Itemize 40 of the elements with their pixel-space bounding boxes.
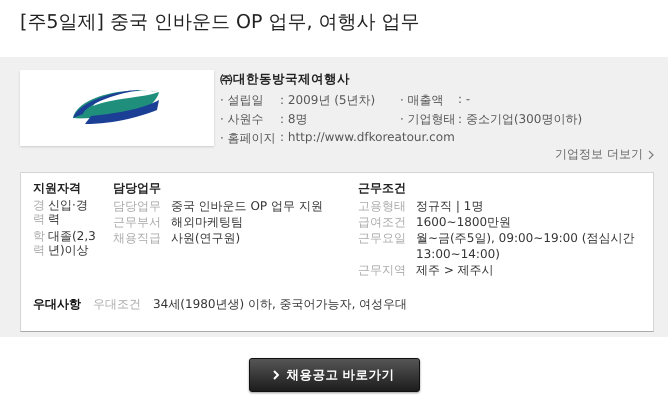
field-value: 1600~1800만원 [416, 214, 512, 230]
field-label: 근무지역 [358, 262, 407, 278]
fact-value: : http://www.dfkoreatour.com [280, 130, 456, 146]
field-value: 신입·경력 [48, 198, 89, 227]
fact-value: : 중소기업(300명이하) [458, 111, 584, 128]
field-label: 경력 [33, 198, 45, 227]
company-info-link[interactable]: 기업정보 더보기 [555, 146, 654, 163]
field-label: 학력 [33, 228, 45, 258]
fact-label: · 홈페이지 [220, 130, 277, 147]
fact-value: : 8명 [280, 111, 308, 128]
field-label: 근무요일 [358, 230, 407, 247]
section-heading: 우대사항 [33, 296, 81, 313]
fact-label: · 기업형태 [400, 111, 457, 128]
field-value: 해외마케팅팀 [170, 214, 243, 230]
apply-button[interactable]: 채용공고 바로가기 [248, 358, 420, 392]
company-name: ㈜대한동방국제여행사 [220, 71, 350, 88]
field-label: 고용형태 [358, 198, 407, 214]
fact-label: · 매출액 [400, 92, 445, 109]
field-label: 채용직급 [112, 230, 162, 246]
fact-value: : 2009년 (5년차) [280, 92, 376, 109]
job-title: [주5일제] 중국 인바운드 OP 업무, 여행사 업무 [20, 10, 420, 35]
chevron-right-icon [648, 150, 654, 160]
field-label: 근무부서 [112, 214, 162, 230]
field-value: 34세(1980년생) 이하, 중국어가능자, 여성우대 [153, 296, 408, 313]
chevron-right-icon [273, 370, 280, 380]
field-value: 중국 인바운드 OP 업무 지원 [170, 198, 323, 214]
section-heading: 지원자격 [33, 180, 81, 197]
field-value: 사원(연구원) [170, 230, 240, 246]
field-value: 대졸(2,3년)이상 [48, 228, 97, 258]
field-label: 담당업무 [112, 198, 162, 214]
field-value: 정규직 | 1명 [416, 198, 484, 214]
field-label: 급여조건 [358, 214, 407, 230]
section-heading: 담당업무 [112, 180, 161, 197]
field-value: 제주 > 제주시 [416, 262, 495, 278]
fact-label: · 사원수 [220, 111, 265, 128]
field-value: 월~금(주5일), 09:00~19:00 (점심시간 13:00~14:00) [416, 230, 636, 262]
section-heading: 근무조건 [358, 180, 406, 197]
fact-label: · 설립일 [220, 92, 265, 109]
fact-value: : - [458, 92, 472, 108]
field-label: 우대조건 [93, 296, 141, 313]
